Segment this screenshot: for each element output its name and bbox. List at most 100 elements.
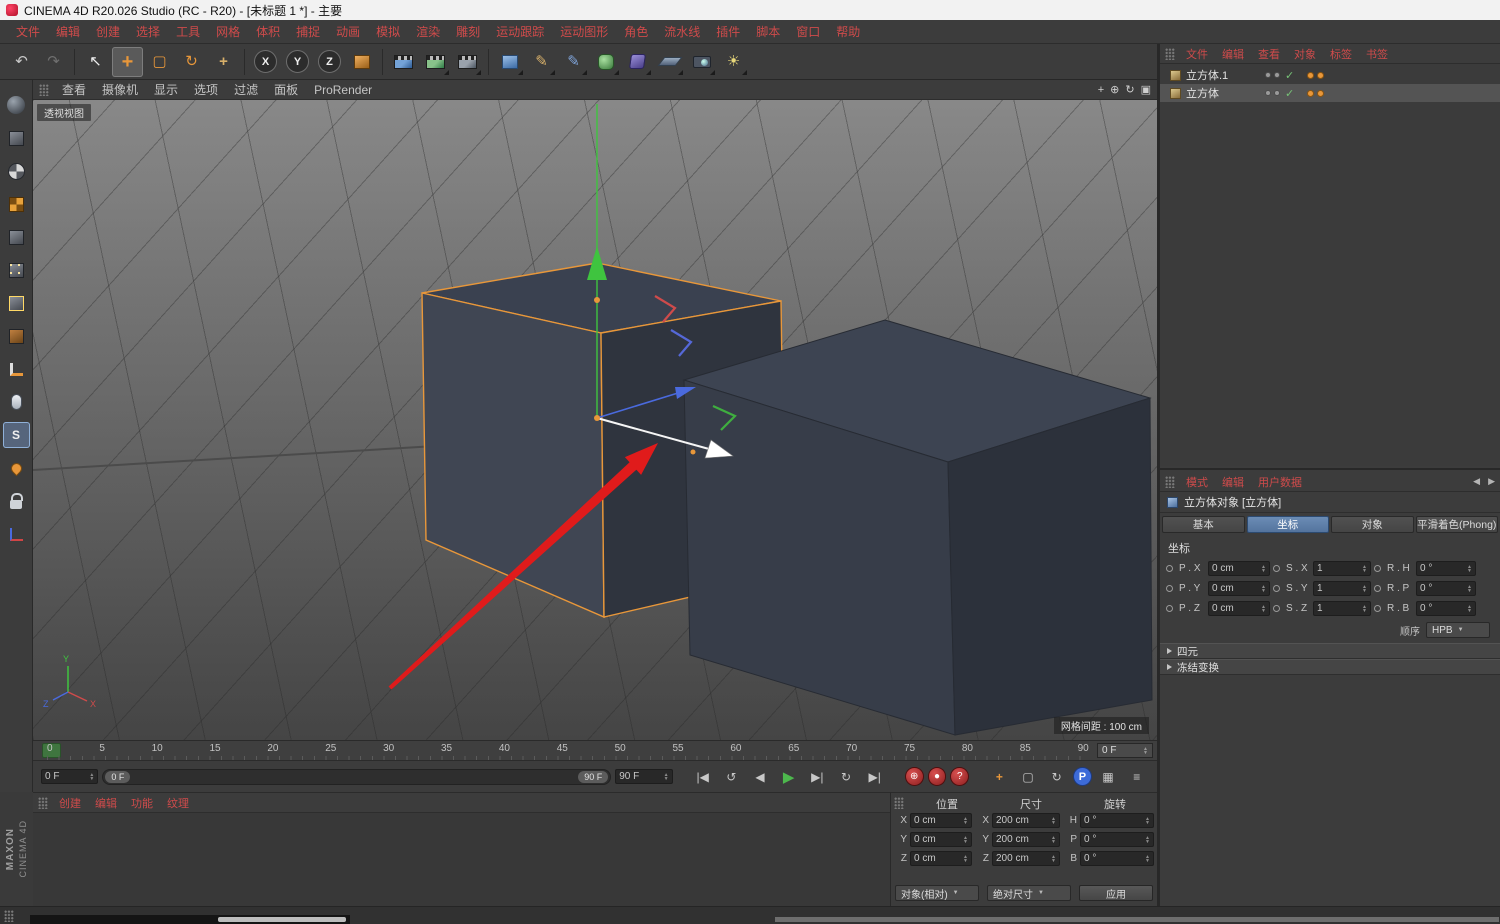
pos-z-field[interactable]: 0 cm <box>910 851 972 866</box>
vp-menu-filter[interactable]: 过滤 <box>227 81 265 98</box>
lock-z-axis-button[interactable]: Z <box>314 47 345 77</box>
sz-field[interactable]: 1 <box>1313 601 1371 616</box>
record-parameter-toggle[interactable]: P <box>1073 767 1092 786</box>
sy-field[interactable]: 1 <box>1313 581 1371 596</box>
keyframe-ring[interactable] <box>1166 605 1173 612</box>
scrollbar-thumb[interactable] <box>218 917 346 922</box>
coord-mode-select[interactable]: 对象(相对) <box>895 885 979 901</box>
polygons-mode-button[interactable] <box>3 323 30 349</box>
tab-coordinates[interactable]: 坐标 <box>1247 516 1330 533</box>
om-menu-view[interactable]: 查看 <box>1251 46 1287 62</box>
size-mode-select[interactable]: 绝对尺寸 <box>987 885 1071 901</box>
object-row-cube1[interactable]: 立方体.1 ✓ <box>1160 66 1500 84</box>
record-position-toggle[interactable]: + <box>987 765 1012 789</box>
last-tool-button[interactable]: + <box>208 47 239 77</box>
lock-x-axis-button[interactable]: X <box>250 47 281 77</box>
rot-p-field[interactable]: 0 ° <box>1080 832 1154 847</box>
menu-motion-tracker[interactable]: 运动跟踪 <box>488 23 552 40</box>
py-field[interactable]: 0 cm <box>1208 581 1270 596</box>
visibility-toggles[interactable] <box>1265 90 1280 96</box>
menu-snap[interactable]: 捕捉 <box>288 23 328 40</box>
rot-b-field[interactable]: 0 ° <box>1080 851 1154 866</box>
prev-frame-button[interactable]: ◀ <box>748 765 773 789</box>
vp-menu-camera[interactable]: 摄像机 <box>95 81 145 98</box>
panel-grip[interactable] <box>38 797 48 809</box>
vp-menu-prorender[interactable]: ProRender <box>307 83 379 97</box>
menu-plugins[interactable]: 插件 <box>708 23 748 40</box>
panel-grip[interactable] <box>894 797 904 809</box>
freeze-transform-group[interactable]: 冻结变换 <box>1160 659 1500 675</box>
object-tree[interactable]: 立方体.1 ✓ 立方体 ✓ <box>1160 64 1500 466</box>
px-field[interactable]: 0 cm <box>1208 561 1270 576</box>
model-mode-button[interactable] <box>3 125 30 151</box>
render-settings-button[interactable] <box>452 47 483 77</box>
mm-menu-edit[interactable]: 编辑 <box>88 795 124 811</box>
vp-menu-view[interactable]: 查看 <box>55 81 93 98</box>
rotation-order-select[interactable]: HPB <box>1426 622 1490 638</box>
history-forward-icon[interactable]: ▶ <box>1488 476 1495 487</box>
keyframe-ring[interactable] <box>1273 565 1280 572</box>
make-editable-button[interactable] <box>3 92 30 118</box>
menu-mesh[interactable]: 网格 <box>208 23 248 40</box>
menu-pipeline[interactable]: 流水线 <box>656 23 708 40</box>
play-reverse-button[interactable]: ↺ <box>719 765 744 789</box>
frame-range-slider[interactable]: 0 F 90 F <box>102 769 611 785</box>
timeline-ruler[interactable]: 05 1015 2025 3035 4045 5055 6065 7075 80… <box>33 740 1157 760</box>
enabled-check-icon[interactable]: ✓ <box>1285 87 1294 100</box>
workplane-axis-button[interactable] <box>3 521 30 547</box>
am-menu-edit[interactable]: 编辑 <box>1215 474 1251 490</box>
keyframe-ring[interactable] <box>1166 585 1173 592</box>
record-pla-toggle[interactable]: ▦ <box>1096 765 1121 789</box>
enabled-check-icon[interactable]: ✓ <box>1285 69 1294 82</box>
lock-y-axis-button[interactable]: Y <box>282 47 313 77</box>
mm-menu-texture[interactable]: 纹理 <box>160 795 196 811</box>
pan-view-icon[interactable]: + <box>1098 84 1104 96</box>
scrollbar-track[interactable] <box>775 917 1499 922</box>
size-x-field[interactable]: 200 cm <box>992 813 1060 828</box>
live-selection-button[interactable]: ↖ <box>80 47 111 77</box>
om-menu-edit[interactable]: 编辑 <box>1215 46 1251 62</box>
mm-menu-function[interactable]: 功能 <box>124 795 160 811</box>
spline-primitives-button[interactable]: ✎ <box>558 47 589 77</box>
range-start-handle[interactable]: 0 F <box>105 771 130 783</box>
keyframe-ring[interactable] <box>1374 565 1381 572</box>
vp-menu-display[interactable]: 显示 <box>147 81 185 98</box>
scale-tool-button[interactable]: ▢ <box>144 47 175 77</box>
rotate-tool-button[interactable]: ↻ <box>176 47 207 77</box>
vp-menu-panel[interactable]: 面板 <box>267 81 305 98</box>
cube-1-object[interactable] <box>684 320 1152 735</box>
am-menu-mode[interactable]: 模式 <box>1179 474 1215 490</box>
pos-y-field[interactable]: 0 cm <box>910 832 972 847</box>
rb-field[interactable]: 0 ° <box>1416 601 1476 616</box>
pos-x-field[interactable]: 0 cm <box>910 813 972 828</box>
rh-field[interactable]: 0 ° <box>1416 561 1476 576</box>
menu-select[interactable]: 选择 <box>128 23 168 40</box>
end-frame-field[interactable]: 90 F <box>615 769 672 784</box>
panel-grip[interactable] <box>1165 48 1175 60</box>
object-row-cube[interactable]: 立方体 ✓ <box>1160 84 1500 102</box>
size-z-field[interactable]: 200 cm <box>992 851 1060 866</box>
keyframe-selection-button[interactable]: ? <box>950 767 969 786</box>
tab-phong[interactable]: 平滑着色(Phong) <box>1416 516 1499 533</box>
workplane-mode-button[interactable] <box>3 224 30 250</box>
menu-simulate[interactable]: 模拟 <box>368 23 408 40</box>
am-menu-userdata[interactable]: 用户数据 <box>1251 474 1309 490</box>
y-axis-handle[interactable] <box>587 246 607 280</box>
menu-render[interactable]: 渲染 <box>408 23 448 40</box>
start-frame-field[interactable]: 0 F <box>41 769 98 784</box>
menu-script[interactable]: 脚本 <box>748 23 788 40</box>
viewport-canvas[interactable]: Y X Z 透视视图 网格间距 : 100 cm <box>33 100 1157 740</box>
menu-character[interactable]: 角色 <box>616 23 656 40</box>
panel-grip[interactable] <box>39 84 49 96</box>
keyframe-ring[interactable] <box>1166 565 1173 572</box>
record-scale-toggle[interactable]: ▢ <box>1016 765 1041 789</box>
autokey-button[interactable]: ● <box>928 767 947 786</box>
menu-window[interactable]: 窗口 <box>788 23 828 40</box>
points-mode-button[interactable] <box>3 257 30 283</box>
menu-tools[interactable]: 工具 <box>168 23 208 40</box>
keyframe-ring[interactable] <box>1273 605 1280 612</box>
om-menu-tags[interactable]: 标签 <box>1323 46 1359 62</box>
apply-button[interactable]: 应用 <box>1079 885 1153 901</box>
viewport-solo-button[interactable] <box>3 389 30 415</box>
coordinate-system-button[interactable] <box>346 47 377 77</box>
